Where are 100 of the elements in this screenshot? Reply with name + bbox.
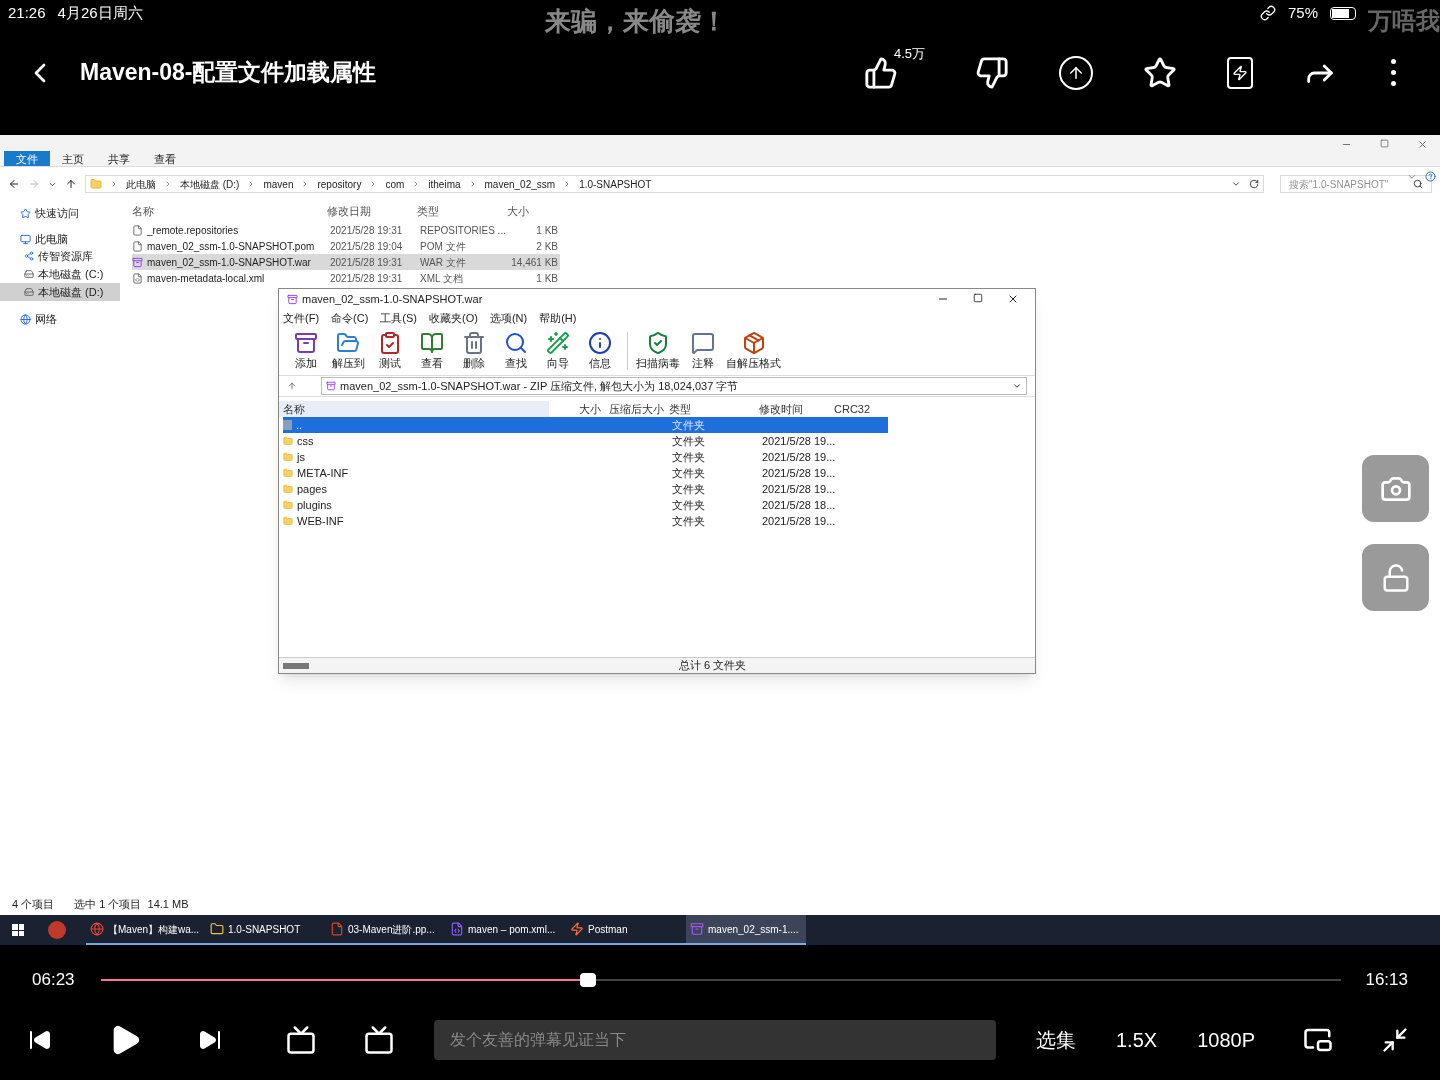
menu-item[interactable]: 命令(C) (331, 309, 369, 327)
clipboard-icon (378, 330, 402, 355)
menu-item[interactable]: 帮助(H) (539, 309, 577, 327)
archive-row[interactable]: js 文件夹 2021/5/28 19... (283, 449, 888, 465)
address-bar[interactable]: 此电脑 本地磁盘 (D:) maven repository com itheima maven_02_ssm 1.0-SNAPSHOT (85, 175, 1264, 193)
archive-row[interactable]: pages 文件夹 2021/5/28 19... (283, 481, 888, 497)
star-icon (1143, 55, 1177, 90)
archive-row[interactable]: META-INF 文件夹 2021/5/28 19... (283, 465, 888, 481)
archive-row[interactable]: plugins 文件夹 2021/5/28 18... (283, 497, 888, 513)
status-date: 4月26日周六 (57, 2, 143, 23)
app-icon[interactable] (48, 921, 66, 939)
column-header[interactable]: 类型 (669, 400, 759, 418)
progress-bar[interactable] (101, 972, 1342, 988)
chevron-down-icon[interactable] (1231, 179, 1241, 189)
search-field[interactable]: 搜索"1.0-SNAPSHOT" (1280, 175, 1432, 193)
menu-item[interactable]: 文件(F) (283, 309, 320, 327)
progress-thumb[interactable] (580, 973, 597, 987)
taskbar-item[interactable]: maven – pom.xml... (446, 915, 566, 945)
archive-row[interactable]: css 文件夹 2021/5/28 19... (283, 433, 888, 449)
breadcrumb-item[interactable]: maven_02_ssm (484, 176, 556, 192)
taskbar-item[interactable]: 03-Maven进阶.pp... (326, 915, 446, 945)
path-field[interactable]: maven_02_ssm-1.0-SNAPSHOT.war - ZIP 压缩文件, 解包大小为 18,024,037 字节 (321, 377, 1027, 395)
quality-button[interactable]: 1080P (1197, 1024, 1255, 1055)
column-header[interactable]: 名称 (279, 400, 549, 418)
sidebar-item[interactable]: 快速访问 (0, 205, 120, 221)
breadcrumb-item[interactable]: com (385, 176, 405, 192)
file-row[interactable]: _remote.repositories 2021/5/28 19:31 REPOSITORIES ... 1 KB (132, 222, 560, 238)
like-button[interactable]: 4.5万 (863, 43, 925, 90)
toolbar-button[interactable]: 测试 (371, 330, 409, 372)
column-header[interactable]: 压缩后大小 (609, 400, 669, 418)
toolbar-button[interactable]: 自解压格式 (726, 330, 781, 372)
window-title: maven_02_ssm-1.0-SNAPSHOT.war (302, 291, 483, 307)
taskbar-item[interactable]: 1.0-SNAPSHOT (206, 915, 326, 945)
column-header[interactable]: CRC32 (834, 400, 884, 418)
file-row[interactable]: maven_02_ssm-1.0-SNAPSHOT.war 2021/5/28 19:31 WAR 文件 14,461 KB (132, 254, 560, 270)
up-icon[interactable] (287, 381, 297, 391)
toolbar-button[interactable]: 查找 (497, 330, 535, 372)
speed-button[interactable]: 1.5X (1116, 1024, 1158, 1055)
ribbon-tab[interactable]: 查看 (142, 151, 188, 166)
column-header[interactable]: 名称 (132, 203, 327, 220)
favorite-button[interactable] (1143, 55, 1177, 90)
dislike-button[interactable] (975, 55, 1009, 90)
status-icon (283, 662, 309, 669)
sidebar-item[interactable]: 本地磁盘 (C:) (0, 265, 120, 283)
lock-button[interactable] (1362, 544, 1429, 611)
toolbar-button[interactable]: 解压到 (329, 330, 367, 372)
sidebar-item[interactable]: 传智资源库 (0, 247, 120, 265)
breadcrumb-item[interactable]: 本地磁盘 (D:) (180, 176, 240, 192)
coin-button[interactable] (1059, 55, 1093, 90)
column-header[interactable]: 大小 (549, 400, 609, 418)
chevron-down-icon[interactable] (1012, 381, 1022, 391)
breadcrumb-item[interactable]: repository (317, 176, 362, 192)
breadcrumb-item[interactable]: 1.0-SNAPSHOT (579, 176, 652, 192)
toolbar-button[interactable]: 信息 (581, 330, 619, 372)
archive-row[interactable]: .. 文件夹 (283, 417, 888, 433)
menu-item[interactable]: 工具(S) (380, 309, 417, 327)
taskbar-item[interactable]: 【Maven】构建wa... (86, 915, 206, 945)
menu-item[interactable]: 收藏夹(O) (429, 309, 478, 327)
danmaku-input[interactable]: 发个友善的弹幕见证当下 (434, 1019, 996, 1060)
toolbar-button[interactable]: 向导 (539, 330, 577, 372)
breadcrumb-item[interactable]: maven (263, 176, 294, 192)
breadcrumb-item[interactable]: 此电脑 (126, 176, 156, 192)
screenshot-button[interactable] (1362, 455, 1429, 522)
code-file-icon (132, 272, 143, 284)
episodes-button[interactable]: 选集 (1036, 1024, 1076, 1055)
toolbar-button[interactable]: 注释 (684, 330, 722, 372)
file-row[interactable]: maven-metadata-local.xml 2021/5/28 19:31 XML 文档 1 KB (132, 270, 560, 286)
drive-icon (24, 269, 34, 279)
maximize-icon[interactable] (973, 293, 983, 303)
breadcrumb-item[interactable]: itheima (428, 176, 461, 192)
taskbar-item[interactable]: maven_02_ssm-1.... (686, 915, 806, 945)
package-icon (741, 330, 766, 355)
ribbon-tab[interactable]: 主页 (50, 151, 96, 166)
help-icon[interactable] (1425, 171, 1436, 182)
danmaku-settings-button[interactable] (364, 1024, 394, 1055)
back-icon[interactable] (8, 178, 20, 190)
exit-fullscreen-button[interactable] (1381, 1025, 1409, 1054)
column-header[interactable]: 大小 (507, 203, 557, 220)
toolbar-button[interactable]: 删除 (455, 330, 493, 372)
menu-item[interactable]: 选项(N) (489, 309, 528, 327)
toolbar-button[interactable]: 查看 (413, 330, 451, 372)
toolbar-button[interactable]: 添加 (287, 330, 325, 372)
column-header[interactable]: 类型 (417, 203, 507, 220)
column-header[interactable]: 修改日期 (327, 203, 417, 220)
refresh-icon[interactable] (1249, 179, 1259, 189)
search-input[interactable]: 搜索"1.0-SNAPSHOT" (1289, 176, 1413, 192)
file-row[interactable]: maven_02_ssm-1.0-SNAPSHOT.pom 2021/5/28 19:04 POM 文件 2 KB (132, 238, 560, 254)
toolbar-button[interactable]: 扫描病毒 (636, 330, 680, 372)
sidebar-item[interactable]: 本地磁盘 (D:) (0, 283, 120, 301)
sidebar-item[interactable]: 此电脑 (0, 231, 120, 247)
danmaku-toggle-button[interactable] (286, 1024, 316, 1055)
ribbon-tab[interactable]: 共享 (96, 151, 142, 166)
charge-button[interactable] (1227, 56, 1253, 89)
up-icon[interactable] (65, 178, 77, 190)
column-header[interactable]: 修改时间 (759, 400, 834, 418)
start-icon[interactable] (12, 924, 24, 936)
close-icon[interactable] (1007, 293, 1019, 305)
sidebar-item[interactable]: 网络 (0, 311, 120, 327)
ribbon-tab[interactable]: 文件 (4, 151, 50, 166)
archive-row[interactable]: WEB-INF 文件夹 2021/5/28 19... (283, 513, 888, 529)
